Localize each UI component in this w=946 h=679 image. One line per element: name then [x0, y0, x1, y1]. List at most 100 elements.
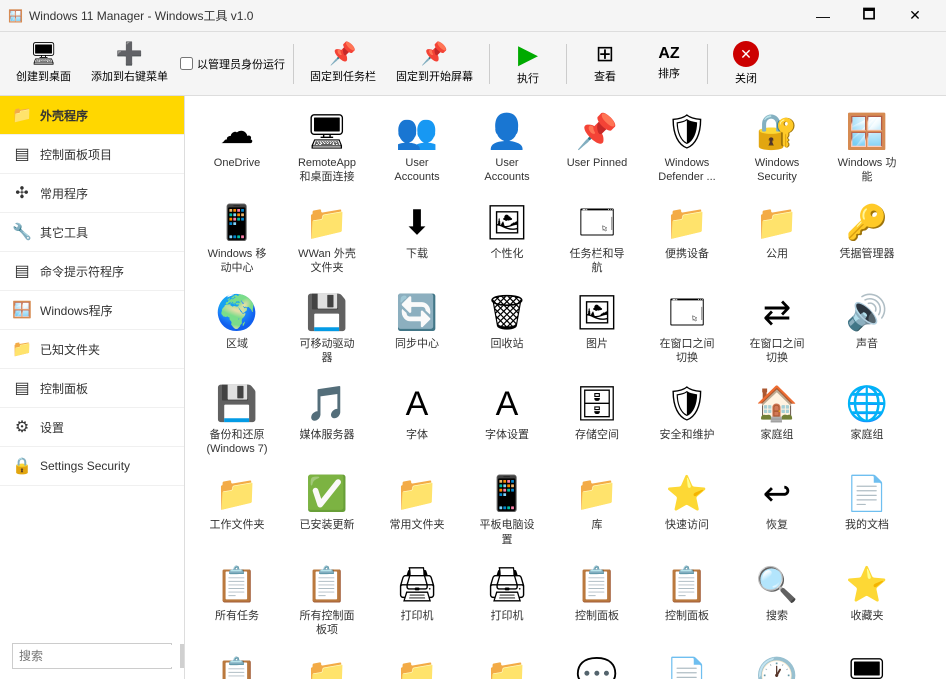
icon-item-my-docs[interactable]: 📄我的文档 [823, 466, 911, 555]
icon-item-fonts[interactable]: A字体 [373, 376, 461, 465]
icon-item-onedrive[interactable]: ☁OneDrive [193, 104, 281, 193]
icon-item-installed-updates[interactable]: ✅已安装更新 [283, 466, 371, 555]
icon-item-personalization[interactable]: 🖼个性化 [463, 195, 551, 284]
icon-item-window-switch1[interactable]: 🗔在窗口之间 切换 [643, 285, 731, 374]
security-maintenance-icon: 🛡 [667, 384, 707, 424]
work-folders-label: 工作文件夹 [210, 518, 265, 532]
icon-item-portable-devices[interactable]: 📁便携设备 [643, 195, 731, 284]
maximize-button[interactable]: 🗖 [846, 0, 892, 32]
create-desktop-label: 创建到桌面 [16, 68, 71, 84]
icon-item-font-settings[interactable]: A字体设置 [463, 376, 551, 465]
close-button[interactable]: ✕ [892, 0, 938, 32]
icon-item-sync-center[interactable]: 🔄同步中心 [373, 285, 461, 374]
icon-item-wwan[interactable]: 📁WWan 外壳 文件夹 [283, 195, 371, 284]
icon-item-windows-defender[interactable]: 🛡Windows Defender ... [643, 104, 731, 193]
pin-taskbar-button[interactable]: 📌 固定到任务栏 [302, 36, 384, 92]
sidebar-item-known-folders[interactable]: 📁 已知文件夹 [0, 330, 184, 369]
icon-item-public[interactable]: 📁公用 [733, 195, 821, 284]
icon-item-text-to-speech[interactable]: 💬文本到语音 转换 [553, 648, 641, 679]
control-panel2-icon: 📋 [667, 565, 707, 605]
icon-item-library[interactable]: 📁库 [553, 466, 641, 555]
icon-item-printers[interactable]: 🖨打印机 [463, 557, 551, 646]
search-icon: 🔍 [757, 565, 797, 605]
icon-item-removable-drive[interactable]: 💾可移动驱动 器 [283, 285, 371, 374]
search-input[interactable] [13, 645, 180, 667]
icon-item-backup-restore[interactable]: 💾备份和还原 (Windows 7) [193, 376, 281, 465]
icon-item-all-tasks[interactable]: 📋所有任务 [193, 557, 281, 646]
icon-item-homegroup2[interactable]: 🌐家庭组 [823, 376, 911, 465]
icon-item-file-explorer[interactable]: 📁文件资源管 理器 [283, 648, 371, 679]
taskbar-nav-label: 任务栏和导 航 [570, 247, 625, 276]
icon-item-printer-devices[interactable]: 🖨打印机 [373, 557, 461, 646]
create-desktop-button[interactable]: 🖥 创建到桌面 [8, 36, 79, 92]
sidebar-item-settings[interactable]: ⚙ 设置 [0, 408, 184, 447]
icon-item-tablet-settings[interactable]: 📱平板电脑设 置 [463, 466, 551, 555]
icon-item-remoteapp[interactable]: 🖥RemoteApp 和桌面连接 [283, 104, 371, 193]
icon-item-security-maintenance[interactable]: 🛡安全和维护 [643, 376, 731, 465]
icon-item-downloads[interactable]: ⬇下载 [373, 195, 461, 284]
icon-item-storage-spaces[interactable]: 🗄存储空间 [553, 376, 641, 465]
icon-item-user-accounts-2[interactable]: 👤User Accounts [463, 104, 551, 193]
datetime-icon: 🕐 [757, 656, 797, 679]
sort-button[interactable]: AZ 排序 [639, 36, 699, 92]
execute-icon: ▶ [518, 41, 538, 67]
sidebar-item-settings-security[interactable]: 🔒 Settings Security [0, 447, 184, 486]
removable-drive-icon: 💾 [307, 293, 347, 333]
icon-item-media-server[interactable]: 🎵媒体服务器 [283, 376, 371, 465]
icon-item-file-history[interactable]: 📋文件历史记 录 [193, 648, 281, 679]
homegroup-icon: 🏠 [757, 384, 797, 424]
icon-item-homegroup[interactable]: 🏠 家庭组 [733, 376, 821, 465]
icon-item-control-panel-items2[interactable]: 📋控制面板 [553, 557, 641, 646]
view-button[interactable]: ⊞ 查看 [575, 36, 635, 92]
sidebar-item-common-programs[interactable]: ✣ 常用程序 [0, 174, 184, 213]
windows-security-label: Windows Security [755, 156, 800, 185]
icon-item-docs[interactable]: 📄文档 [643, 648, 731, 679]
icon-item-recycle-bin[interactable]: 🗑回收站 [463, 285, 551, 374]
icon-item-favorites[interactable]: ⭐收藏夹 [823, 557, 911, 646]
pictures-label: 图片 [586, 337, 608, 351]
tablet-settings-icon: 📱 [487, 474, 527, 514]
icon-item-datetime[interactable]: 🕐日期和时间 [733, 648, 821, 679]
sidebar-item-windows-programs[interactable]: 🪟 Windows程序 [0, 291, 184, 330]
pin-start-button[interactable]: 📌 固定到开始屏幕 [388, 36, 481, 92]
icon-item-pictures[interactable]: 🖼图片 [553, 285, 641, 374]
sidebar-item-shell[interactable]: 📁 外壳程序 [0, 96, 184, 135]
icon-item-all-control-panel[interactable]: 📋所有控制面 板项 [283, 557, 371, 646]
font-settings-icon: A [487, 384, 527, 424]
icon-item-user-accounts-1[interactable]: 👥User Accounts [373, 104, 461, 193]
sidebar-item-cmd[interactable]: ▤ 命令提示符程序 [0, 252, 184, 291]
settings-security-icon: 🔒 [12, 456, 32, 476]
icon-item-taskbar-nav[interactable]: 🗔任务栏和导 航 [553, 195, 641, 284]
run-as-admin-checkbox[interactable] [180, 57, 193, 70]
icon-item-user-pinned[interactable]: 📌User Pinned [553, 104, 641, 193]
icon-item-recovery[interactable]: ↩恢复 [733, 466, 821, 555]
icon-item-work-folders[interactable]: 📁工作文件夹 [193, 466, 281, 555]
sidebar-item-control-panel[interactable]: ▤ 控制面板 [0, 369, 184, 408]
icon-item-sound[interactable]: 🔊声音 [823, 285, 911, 374]
icon-item-search[interactable]: 🔍搜索 [733, 557, 821, 646]
sidebar-item-control-panel-items[interactable]: ▤ 控制面板项目 [0, 135, 184, 174]
credential-manager-icon: 🔑 [847, 203, 887, 243]
add-right-menu-button[interactable]: ➕ 添加到右键菜单 [83, 36, 176, 92]
sidebar-item-other-tools[interactable]: 🔧 其它工具 [0, 213, 184, 252]
icon-item-windows-security[interactable]: 🔐Windows Security [733, 104, 821, 193]
content-area[interactable]: ☁OneDrive🖥RemoteApp 和桌面连接👥User Accounts👤… [185, 96, 946, 679]
icon-item-region[interactable]: 🌍区域 [193, 285, 281, 374]
icon-item-windows-mobile[interactable]: 📱Windows 移 动中心 [193, 195, 281, 284]
icon-item-show-desktop[interactable]: 🖥显示桌面 [823, 648, 911, 679]
homegroup-label: 家庭组 [761, 428, 794, 442]
common-programs-icon: ✣ [12, 183, 32, 203]
printers-label: 打印机 [491, 609, 524, 623]
icon-item-windows-features[interactable]: 🪟Windows 功 能 [823, 104, 911, 193]
icon-item-credential-manager[interactable]: 🔑凭据管理器 [823, 195, 911, 284]
icon-item-common-folders[interactable]: 📁常用文件夹 [373, 466, 461, 555]
minimize-button[interactable]: — [800, 0, 846, 32]
close-toolbar-button[interactable]: ✕ 关闭 [716, 36, 776, 92]
icon-item-quick-access[interactable]: ⭐快速访问 [643, 466, 731, 555]
icon-item-file-explorer-opts[interactable]: 📁文件资源管 理器选项 [373, 648, 461, 679]
execute-button[interactable]: ▶ 执行 [498, 36, 558, 92]
icon-item-file-explorer-opts2[interactable]: 📁文件资源管 理器选项 [463, 648, 551, 679]
run-as-admin-check[interactable]: 以管理员身份运行 [180, 56, 285, 72]
icon-item-control-panel2[interactable]: 📋控制面板 [643, 557, 731, 646]
icon-item-window-switch2[interactable]: ⇄在窗口之间 切换 [733, 285, 821, 374]
